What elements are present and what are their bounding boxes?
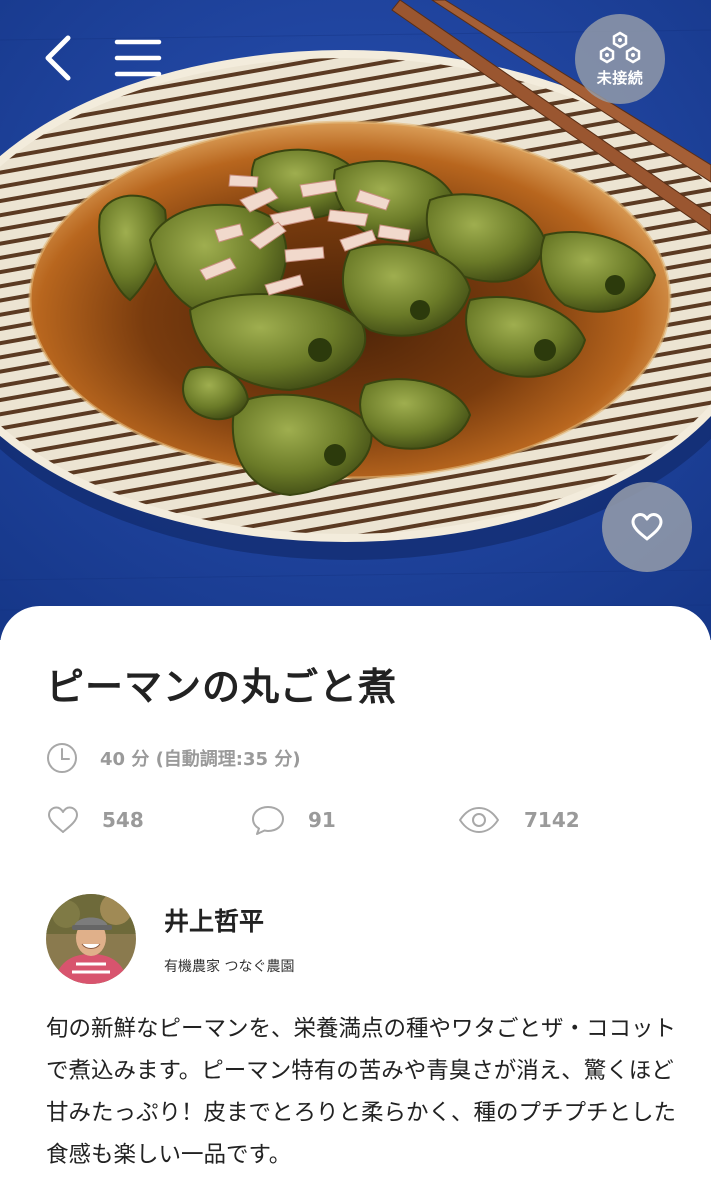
- favorite-button[interactable]: [602, 482, 692, 572]
- views-count: 7142: [524, 808, 580, 832]
- device-connection-button[interactable]: 未接続: [575, 14, 665, 104]
- author-organization: 有機農家 つなぐ農園: [164, 959, 295, 975]
- clock-icon: [47, 743, 77, 773]
- heart-icon: [631, 513, 663, 541]
- recipe-title: ピーマンの丸ごと煮: [46, 665, 398, 709]
- likes-stat[interactable]: 548: [46, 802, 144, 838]
- views-stat: 7142: [458, 802, 580, 838]
- speech-bubble-icon: [252, 806, 284, 835]
- eye-icon: [459, 807, 499, 833]
- recipe-info-card: ピーマンの丸ごと煮 40 分 (自動調理:35 分) 548 91 7142 井…: [0, 606, 711, 1200]
- heart-outline-icon: [48, 806, 78, 833]
- comments-count: 91: [308, 808, 336, 832]
- hamburger-menu-icon: [114, 39, 162, 77]
- comments-stat[interactable]: 91: [250, 802, 336, 838]
- author-block[interactable]: 井上哲平 有機農家 つなぐ農園: [46, 894, 294, 984]
- chevron-left-icon: [45, 35, 71, 81]
- menu-button[interactable]: [108, 30, 168, 86]
- likes-count: 548: [102, 808, 144, 832]
- cook-time: 40 分 (自動調理:35 分): [100, 749, 301, 770]
- back-button[interactable]: [30, 30, 86, 86]
- author-name[interactable]: 井上哲平: [164, 902, 294, 938]
- author-avatar[interactable]: [46, 894, 136, 984]
- recipe-description: 旬の新鮮なピーマンを、栄養満点の種やワタごとザ・ココットで煮込みます。ピーマン特…: [46, 1016, 677, 1168]
- recipe-detail-screen: 未接続 ピーマンの丸ごと煮 40 分 (自動調理:35 分) 548 91 71…: [0, 0, 711, 1200]
- recipe-photo: 未接続: [0, 0, 711, 640]
- cook-time-row: 40 分 (自動調理:35 分): [46, 741, 301, 775]
- hexagon-cluster-icon: [599, 31, 641, 63]
- connection-status-label: 未接続: [596, 68, 644, 87]
